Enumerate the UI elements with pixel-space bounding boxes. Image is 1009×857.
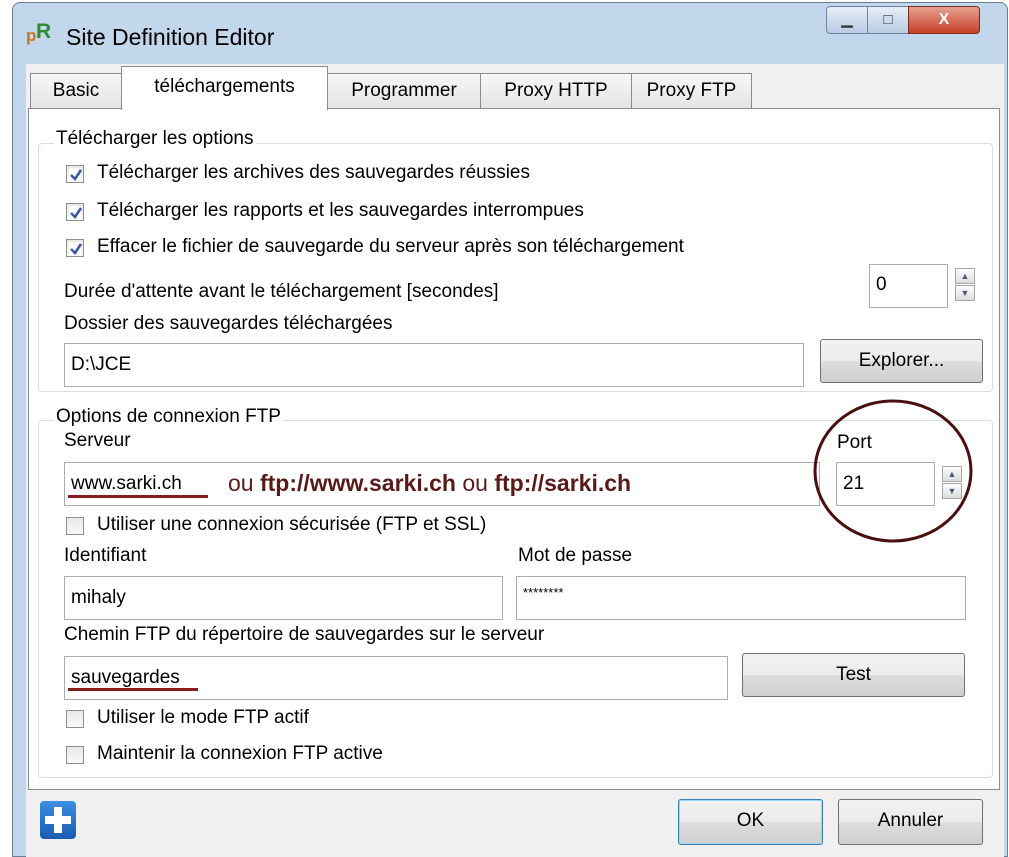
- maximize-icon: □: [883, 11, 893, 28]
- delete-after-download-label: Effacer le fichier de sauvegarde du serv…: [97, 236, 684, 257]
- tab-programmer[interactable]: Programmer: [327, 73, 481, 109]
- maximize-button[interactable]: □: [867, 6, 909, 34]
- explore-button[interactable]: Explorer...: [820, 339, 983, 383]
- hint-url-1: ftp://www.sarki.ch: [259, 470, 456, 496]
- checkmark-icon: [70, 169, 83, 182]
- minimize-icon: ▁: [841, 11, 853, 28]
- secure-connection-checkbox[interactable]: [66, 517, 84, 535]
- tab-proxy-ftp[interactable]: Proxy FTP: [631, 73, 752, 109]
- plus-icon: [45, 807, 71, 833]
- minimize-button[interactable]: ▁: [826, 6, 868, 34]
- ftp-path-input[interactable]: sauvegardes: [64, 656, 728, 700]
- server-hint: ou ftp://www.sarki.ch ou ftp://sarki.ch: [228, 470, 631, 497]
- wait-time-spinner[interactable]: ▲ ▼: [955, 268, 975, 302]
- hint-or-1: ou: [228, 470, 254, 496]
- download-archives-checkbox[interactable]: [66, 165, 84, 183]
- ftp-options-legend: Options de connexion FTP: [54, 406, 283, 428]
- download-options-legend: Télécharger les options: [54, 128, 256, 150]
- server-value: www.sarki.ch: [71, 473, 182, 494]
- keepalive-checkbox[interactable]: [66, 746, 84, 764]
- active-mode-label: Utiliser le mode FTP actif: [97, 707, 309, 728]
- cancel-button[interactable]: Annuler: [838, 799, 983, 845]
- ftp-path-underline: [68, 688, 198, 691]
- close-button[interactable]: X: [908, 6, 980, 34]
- password-input[interactable]: ********: [516, 576, 966, 620]
- server-label: Serveur: [64, 430, 131, 451]
- delete-after-download-checkbox[interactable]: [66, 239, 84, 257]
- checkmark-icon: [70, 243, 83, 256]
- spin-up-icon[interactable]: ▲: [955, 268, 975, 284]
- download-folder-label: Dossier des sauvegardes téléchargées: [64, 313, 393, 334]
- download-reports-label: Télécharger les rapports et les sauvegar…: [97, 200, 584, 221]
- tab-basic[interactable]: Basic: [30, 73, 122, 109]
- password-label: Mot de passe: [518, 545, 633, 566]
- ftp-path-label: Chemin FTP du répertoire de sauvegardes …: [64, 624, 545, 645]
- wait-time-label: Durée d'attente avant le téléchargement …: [64, 281, 499, 302]
- port-highlight-circle: [813, 399, 973, 543]
- tab-telechargements[interactable]: téléchargements: [121, 66, 328, 110]
- wait-time-input[interactable]: 0: [869, 264, 948, 308]
- username-label: Identifiant: [64, 545, 147, 566]
- test-button[interactable]: Test: [742, 653, 965, 697]
- hint-or-2: ou: [462, 470, 488, 496]
- window-title: Site Definition Editor: [66, 24, 275, 50]
- active-mode-checkbox[interactable]: [66, 710, 84, 728]
- server-underline: [68, 495, 208, 498]
- help-plus-icon[interactable]: [40, 801, 76, 839]
- username-input[interactable]: mihaly: [64, 576, 503, 620]
- ok-button[interactable]: OK: [678, 799, 823, 845]
- close-icon: X: [938, 11, 950, 28]
- spin-down-icon[interactable]: ▼: [955, 285, 975, 301]
- keepalive-label: Maintenir la connexion FTP active: [97, 743, 383, 764]
- hint-url-2: ftp://sarki.ch: [494, 470, 632, 496]
- tab-proxy-http[interactable]: Proxy HTTP: [480, 73, 632, 109]
- download-reports-checkbox[interactable]: [66, 203, 84, 221]
- download-folder-input[interactable]: D:\JCE: [64, 343, 804, 387]
- app-logo-icon: pR: [26, 20, 52, 45]
- download-archives-label: Télécharger les archives des sauvegardes…: [97, 162, 530, 183]
- checkmark-icon: [70, 207, 83, 220]
- secure-connection-label: Utiliser une connexion sécurisée (FTP et…: [97, 514, 487, 535]
